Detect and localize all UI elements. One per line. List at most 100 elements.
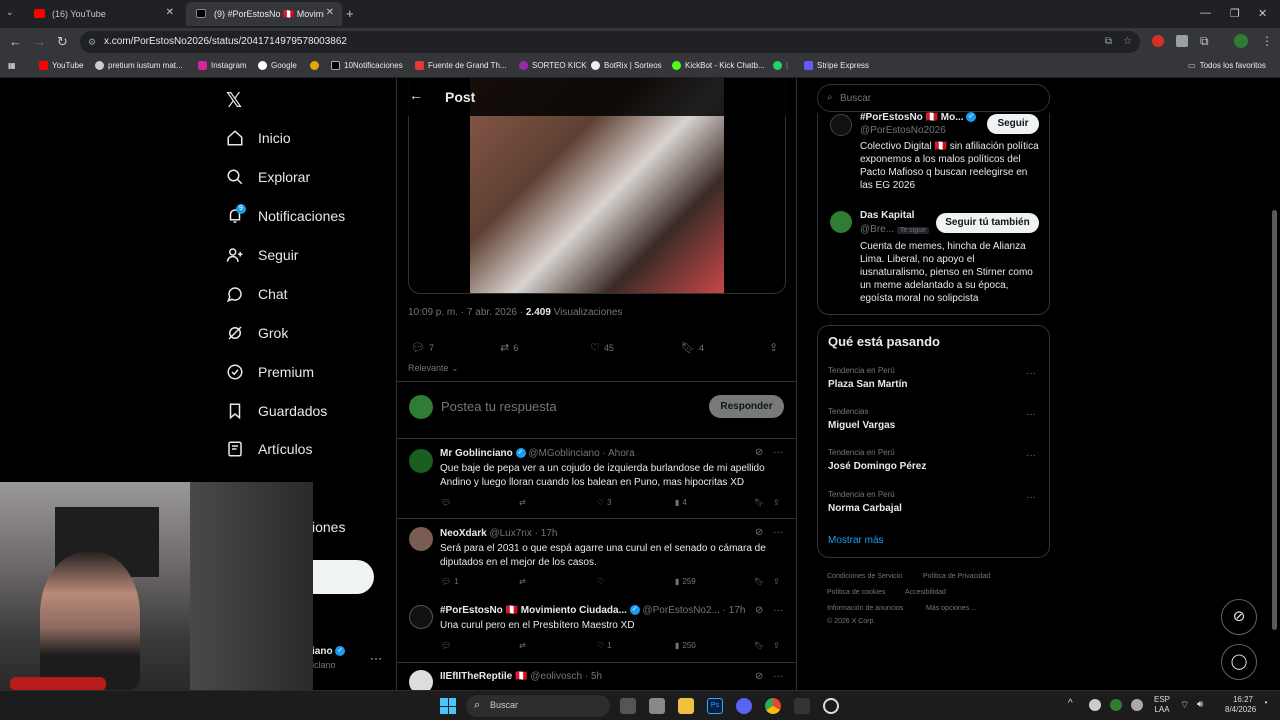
bookmark-icon[interactable]: 🔖︎ <box>754 641 764 650</box>
chrome-icon[interactable] <box>765 698 781 714</box>
taskbar-search[interactable]: ⌕ Buscar <box>466 695 610 717</box>
avatar[interactable] <box>409 449 433 473</box>
chat-fab-icon[interactable]: ◯ <box>1221 644 1257 680</box>
heart-icon[interactable]: ♡ <box>597 577 604 586</box>
share-icon[interactable]: ⇪ <box>773 577 780 586</box>
scrollbar[interactable] <box>1272 210 1277 630</box>
reply-author[interactable]: #PorEstosNo 🇵🇪 Movimiento Ciudada... ✓ @… <box>440 605 745 616</box>
tray-icon[interactable] <box>1131 699 1143 711</box>
more-icon[interactable]: ··· <box>370 651 382 665</box>
more-icon[interactable]: ··· <box>1026 409 1036 420</box>
new-tab-button[interactable]: + <box>346 6 354 21</box>
search-input[interactable]: ⌕ Buscar <box>817 84 1050 112</box>
discord-icon[interactable] <box>736 698 752 714</box>
trend-item[interactable]: Plaza San Martín <box>828 379 907 390</box>
nav-grok[interactable]: Grok <box>226 320 288 346</box>
nav-explore[interactable]: Explorar <box>226 164 310 190</box>
tray-chevron-icon[interactable]: ^ <box>1068 698 1073 709</box>
bookmark-kickbot[interactable]: KickBot - Kick Chatb... <box>672 61 765 70</box>
avatar[interactable] <box>830 114 852 136</box>
nav-articles[interactable]: Artículos <box>226 436 312 462</box>
back-arrow-icon[interactable]: ← <box>409 87 423 103</box>
tab-x-post[interactable]: (9) #PorEstosNo 🇵🇪 Movimiento ✕ <box>186 2 342 26</box>
share-icon[interactable]: ⇪ <box>773 498 780 507</box>
account-name[interactable]: Das Kapital <box>860 210 914 221</box>
like-action[interactable]: ♡ 1 <box>597 641 612 650</box>
footer-link[interactable]: Información de anuncios <box>827 605 903 612</box>
bookmark-stripe[interactable]: Stripe Express <box>804 61 869 70</box>
grok-icon[interactable]: ⊘ <box>755 605 763 616</box>
bookmark-icon[interactable] <box>310 61 319 70</box>
file-explorer-icon[interactable] <box>678 698 694 714</box>
install-icon[interactable]: ⧉ <box>1105 31 1112 53</box>
share-action[interactable]: ⇪ <box>769 341 778 354</box>
account-name-partial[interactable]: iano ✓ <box>312 646 346 657</box>
reply-action[interactable]: 💬︎ 1 <box>441 577 459 586</box>
apps-icon[interactable]: ▦ <box>8 61 16 70</box>
reply-author[interactable]: NeoXdark @Lux7nx · 17h <box>440 528 557 539</box>
footer-link[interactable]: Accesibilidad <box>905 589 946 596</box>
url-input[interactable]: ⚙ x.com/PorEstosNo2026/status/2041714979… <box>80 31 1140 53</box>
footer-link[interactable]: Política de Privacidad <box>923 573 990 580</box>
windows-start-icon[interactable] <box>440 698 456 714</box>
more-icon[interactable]: ··· <box>773 527 783 538</box>
avatar[interactable] <box>830 211 852 233</box>
nav-more-partial[interactable]: iones <box>312 519 345 535</box>
footer-link[interactable]: Política de cookies <box>827 589 885 596</box>
nav-bookmarks[interactable]: Guardados <box>226 398 327 424</box>
more-icon[interactable]: ··· <box>773 671 783 682</box>
app-icon[interactable] <box>794 698 810 714</box>
follow-button[interactable]: Seguir <box>987 114 1039 134</box>
like-action[interactable]: ♡ 45 <box>590 341 614 354</box>
avatar[interactable] <box>409 395 433 419</box>
tab-search-icon[interactable]: ⌄ <box>6 7 14 18</box>
wifi-icon[interactable]: ⌔ <box>1180 699 1189 712</box>
minimize-button[interactable]: — <box>1200 7 1211 19</box>
reply-author[interactable]: Mr Goblinciano ✓ @MGoblinciano · Ahora <box>440 448 635 459</box>
avatar[interactable] <box>409 527 433 551</box>
repost-icon[interactable]: ⇄ <box>519 641 526 650</box>
more-icon[interactable]: ··· <box>1026 368 1036 379</box>
repost-icon[interactable]: ⇄ <box>519 577 526 586</box>
avatar[interactable] <box>409 605 433 629</box>
clock[interactable]: 16:27 8/4/2026 <box>1225 695 1256 715</box>
notification-center-icon[interactable]: ◔ <box>1262 698 1268 709</box>
whatsapp-icon[interactable]: | <box>773 61 788 70</box>
site-info-icon[interactable]: ⚙ <box>88 31 96 53</box>
trend-item[interactable]: Norma Carbajal <box>828 503 902 514</box>
bookmark-instagram[interactable]: Instagram <box>198 61 247 70</box>
reload-button[interactable]: ↻ <box>57 34 68 50</box>
bookmark-grand-theft[interactable]: Fuente de Grand Th... <box>415 61 507 70</box>
follow-back-button[interactable]: Seguir tú también <box>936 213 1039 233</box>
bookmark-pretium[interactable]: pretium iustum mat... <box>95 61 183 70</box>
bookmark-botrix[interactable]: BotRix | Sorteos <box>591 61 662 70</box>
reply-button[interactable]: Responder <box>709 395 784 418</box>
profile-avatar[interactable] <box>1234 34 1248 48</box>
language-indicator[interactable]: ESP LAA <box>1154 695 1170 715</box>
bookmark-action[interactable]: 🔖︎ 4 <box>681 341 704 354</box>
grok-icon[interactable]: ⊘ <box>755 447 763 458</box>
bookmark-icon[interactable]: 🔖︎ <box>754 498 764 507</box>
repost-action[interactable]: ⇄ 6 <box>500 341 518 354</box>
menu-icon[interactable]: ⋮ <box>1261 34 1273 48</box>
bookmark-10notificaciones[interactable]: 10Notificaciones <box>331 61 403 70</box>
views-action[interactable]: ▮ 250 <box>675 641 696 650</box>
sort-dropdown[interactable]: Relevante ⌄ <box>408 363 459 374</box>
views-action[interactable]: ▮ 4 <box>675 498 687 507</box>
trend-item[interactable]: Miguel Vargas <box>828 420 895 431</box>
footer-link[interactable]: Condiciones de Servicio <box>827 573 902 580</box>
more-icon[interactable]: ··· <box>1026 450 1036 461</box>
nav-home[interactable]: Inicio <box>226 125 291 151</box>
close-icon[interactable]: ✕ <box>326 7 334 18</box>
forward-button[interactable]: → <box>33 34 46 49</box>
x-logo-icon[interactable]: 𝕏 <box>226 88 242 113</box>
close-icon[interactable]: ✕ <box>166 7 174 18</box>
nav-chat[interactable]: Chat <box>226 281 288 307</box>
bookmark-google[interactable]: Google <box>258 61 297 70</box>
grok-icon[interactable]: ⊘ <box>755 671 763 682</box>
more-icon[interactable]: ··· <box>1026 492 1036 503</box>
footer-link[interactable]: Más opciones ... <box>926 605 977 612</box>
more-icon[interactable]: ··· <box>773 447 783 458</box>
maximize-button[interactable]: ❐ <box>1230 7 1240 20</box>
extension-icon[interactable] <box>1152 35 1164 47</box>
